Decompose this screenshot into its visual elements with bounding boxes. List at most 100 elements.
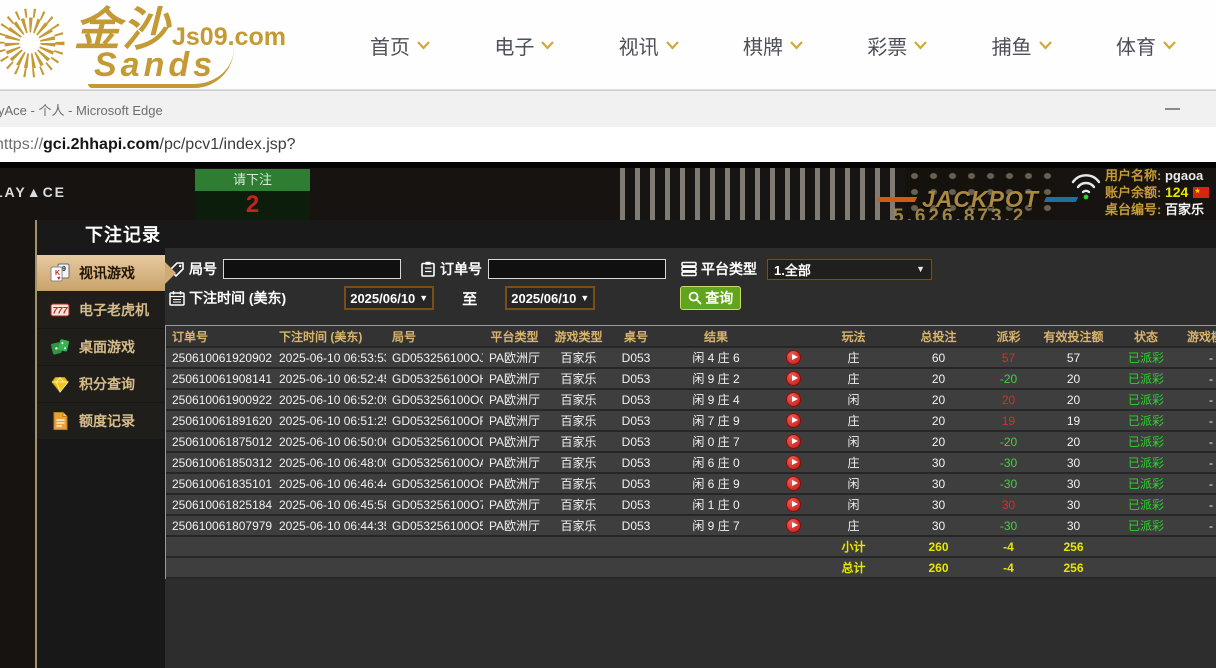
subtotal-icon <box>771 537 816 556</box>
search-button[interactable]: 查询 <box>680 286 741 310</box>
cell-icon <box>771 495 816 514</box>
cell-valid: 20 <box>1031 390 1116 409</box>
column-header-order: 订单号 <box>166 326 273 346</box>
browser-urlbar[interactable]: https://gci.2hhapi.com/pc/pcv1/index.jsp… <box>0 127 1216 162</box>
chevron-down-icon <box>666 41 679 50</box>
platform-type-select[interactable]: 1.全部 ▼ <box>767 259 932 280</box>
user-name-row: 用户名称: pgaoa <box>1105 167 1209 184</box>
browser-titlebar[interactable]: yAce - 个人 - Microsoft Edge <box>0 90 1216 127</box>
round-number-label: 局号 <box>189 259 217 279</box>
cell-payout: 19 <box>986 411 1031 430</box>
column-header-game: 游戏类型 <box>546 326 611 346</box>
cell-order: 250610061850312 <box>166 453 273 472</box>
nav-item-lottery[interactable]: 彩票 <box>867 31 927 60</box>
sidebar-item-label: 积分查询 <box>79 374 135 394</box>
replay-button[interactable] <box>786 371 801 386</box>
cell-valid: 30 <box>1031 453 1116 472</box>
sidebar-item-video-games[interactable]: 9 K ♥ 视讯游戏 <box>37 255 165 291</box>
date-from-button[interactable]: 2025/06/10 ▼ <box>344 286 434 310</box>
nav-item-home[interactable]: 首页 <box>370 31 430 60</box>
cell-table: D053 <box>611 453 661 472</box>
modal-titlebar[interactable]: 下注记录 <box>37 220 1216 248</box>
chevron-down-icon <box>790 41 803 50</box>
cell-round: GD053256100OF <box>386 411 483 430</box>
chevron-down-icon <box>914 41 927 50</box>
replay-button[interactable] <box>786 497 801 512</box>
cell-payout: 20 <box>986 390 1031 409</box>
cell-game: 百家乐 <box>546 411 611 430</box>
chevron-down-icon <box>541 41 554 50</box>
cell-result: 闲 9 庄 4 <box>661 390 771 409</box>
total-round <box>386 558 483 577</box>
cell-status: 已派彩 <box>1116 453 1176 472</box>
replay-button[interactable] <box>786 392 801 407</box>
calendar-icon <box>168 290 186 306</box>
nav-item-board-games[interactable]: 棋牌 <box>743 31 803 60</box>
sidebar-item-slots[interactable]: 777 电子老虎机 <box>37 292 165 328</box>
subtotal-round <box>386 537 483 556</box>
total-time <box>273 558 386 577</box>
sidebar-item-quota-records[interactable]: 额度记录 <box>37 403 165 439</box>
nav-item-video[interactable]: 视讯 <box>619 31 679 60</box>
nav-label: 视讯 <box>619 31 659 60</box>
cell-table: D053 <box>611 432 661 451</box>
replay-button[interactable] <box>786 350 801 365</box>
replay-button[interactable] <box>786 518 801 533</box>
nav-item-sports[interactable]: 体育 <box>1116 31 1176 60</box>
table-row: 2506100618916202025-06-10 06:51:25GD0532… <box>166 411 1216 432</box>
cell-mode: - <box>1176 516 1216 535</box>
sidebar-item-points[interactable]: 积分查询 <box>37 366 165 402</box>
replay-button[interactable] <box>786 434 801 449</box>
gem-icon <box>49 374 71 394</box>
url-scheme: https:// <box>0 136 43 154</box>
round-number-input[interactable] <box>223 259 401 279</box>
column-header-time: 下注时间 (美东) <box>273 326 386 346</box>
cell-icon <box>771 516 816 535</box>
replay-button[interactable] <box>786 476 801 491</box>
cell-game: 百家乐 <box>546 495 611 514</box>
table-row-info: 桌台编号: 百家乐 <box>1105 201 1209 218</box>
cell-table: D053 <box>611 411 661 430</box>
site-logo[interactable]: 金沙Js09.com Sands <box>0 0 286 90</box>
user-name-label: 用户名称: <box>1105 168 1161 183</box>
cell-bet: 60 <box>891 348 986 367</box>
nav-item-fishing[interactable]: 捕鱼 <box>992 31 1052 60</box>
cell-order: 250610061825184 <box>166 495 273 514</box>
column-header-valid: 有效投注额 <box>1031 326 1116 346</box>
cell-round: GD053256100OA <box>386 453 483 472</box>
sidebar-item-label: 电子老虎机 <box>79 300 149 320</box>
minimize-button[interactable] <box>1165 108 1180 110</box>
subtotal-mode <box>1176 537 1216 556</box>
cell-mode: - <box>1176 390 1216 409</box>
order-number-label: 订单号 <box>440 259 482 279</box>
cell-payout: -20 <box>986 432 1031 451</box>
cell-payout: -30 <box>986 453 1031 472</box>
cell-table: D053 <box>611 495 661 514</box>
table-header-row: 订单号下注时间 (美东)局号平台类型游戏类型桌号结果玩法总投注派彩有效投注额状态… <box>166 325 1216 348</box>
cell-round: GD053256100OG <box>386 390 483 409</box>
cell-result: 闲 9 庄 7 <box>661 516 771 535</box>
bet-countdown: 2 <box>195 191 310 221</box>
replay-button[interactable] <box>786 455 801 470</box>
cell-play: 庄 <box>816 411 891 430</box>
nav-label: 捕鱼 <box>992 31 1032 60</box>
sidebar-item-table-games[interactable]: 桌面游戏 <box>37 329 165 365</box>
clipboard-icon <box>419 261 437 277</box>
column-header-mode: 游戏模式 <box>1176 326 1216 346</box>
user-info-panel: 用户名称: pgaoa 账户余额: 124 桌台编号: 百家乐 <box>1105 167 1209 218</box>
cell-result: 闲 9 庄 2 <box>661 369 771 388</box>
cell-platform: PA欧洲厅 <box>483 432 546 451</box>
playing-cards-icon: 9 K ♥ <box>49 263 71 283</box>
sidebar-item-label: 桌面游戏 <box>79 337 135 357</box>
nav-item-electronic[interactable]: 电子 <box>494 31 554 60</box>
svg-text:♥: ♥ <box>57 276 61 282</box>
total-payout: -4 <box>986 558 1031 577</box>
date-to-button[interactable]: 2025/06/10 ▼ <box>505 286 595 310</box>
subtotal-payout: -4 <box>986 537 1031 556</box>
order-number-input[interactable] <box>488 259 666 279</box>
cell-bet: 30 <box>891 474 986 493</box>
date-caret-icon: ▼ <box>580 293 589 303</box>
column-header-platform: 平台类型 <box>483 326 546 346</box>
replay-button[interactable] <box>786 413 801 428</box>
cell-status: 已派彩 <box>1116 411 1176 430</box>
